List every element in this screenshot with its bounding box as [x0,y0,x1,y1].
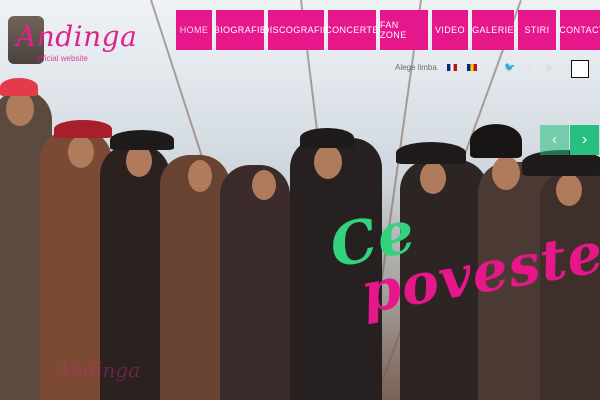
facebook-icon[interactable]: f [525,62,535,72]
crew-head [188,160,212,192]
nav-discografie[interactable]: DISCOGRAFIE [263,10,329,50]
crew-head [492,156,520,190]
chevron-right-icon: › [581,131,588,148]
utility-bar: Alege limba 🐦 f ▶ g [395,62,575,73]
slider-next-button[interactable]: › [570,125,599,155]
crew-head [556,174,582,206]
nav-video[interactable]: VIDEO [432,10,468,50]
menu-toggle-button[interactable] [571,60,589,78]
chevron-left-icon: ‹ [551,131,558,148]
language-label: Alege limba [395,62,437,72]
crew-head [314,145,342,179]
nav-fan-zone[interactable]: FAN ZONE [380,10,428,50]
crew-head [420,162,446,194]
crew-head [68,136,94,168]
crew-head [252,170,276,200]
slider-prev-button[interactable]: ‹ [540,125,569,155]
crew-hat [396,142,466,164]
crew-head [6,92,34,126]
crew-member [400,160,488,400]
brand-watermark: Andinga [56,358,141,382]
crew-hat [110,130,174,150]
logo-wordmark: Andinga [16,20,138,53]
nav-home[interactable]: HOME [176,10,212,50]
nav-stiri[interactable]: STIRI [518,10,556,50]
logo-subtitle: official website [36,54,88,63]
crew-hat [54,120,112,138]
social-links: 🐦 f ▶ g [504,62,575,73]
site-logo[interactable]: Andinga official website [6,10,137,64]
nav-galerie[interactable]: GALERIE [472,10,514,50]
crew-member [290,138,382,400]
crew-hat [300,128,354,148]
twitter-icon[interactable]: 🐦 [504,62,515,72]
nav-biografie[interactable]: BIOGRAFIE [214,10,266,50]
romanian-flag-icon[interactable] [466,63,477,71]
crew-bandana [0,78,38,96]
nav-contact[interactable]: CONTACT [559,10,600,50]
hero-background [0,0,600,400]
nav-concerte[interactable]: CONCERTE [325,10,378,50]
crew-hair [470,124,522,158]
english-flag-icon[interactable] [446,63,457,71]
main-navigation: HOME BIOGRAFIE DISCOGRAFIE CONCERTE FAN … [176,10,600,50]
crew-member [220,165,290,400]
youtube-icon[interactable]: ▶ [545,62,555,72]
